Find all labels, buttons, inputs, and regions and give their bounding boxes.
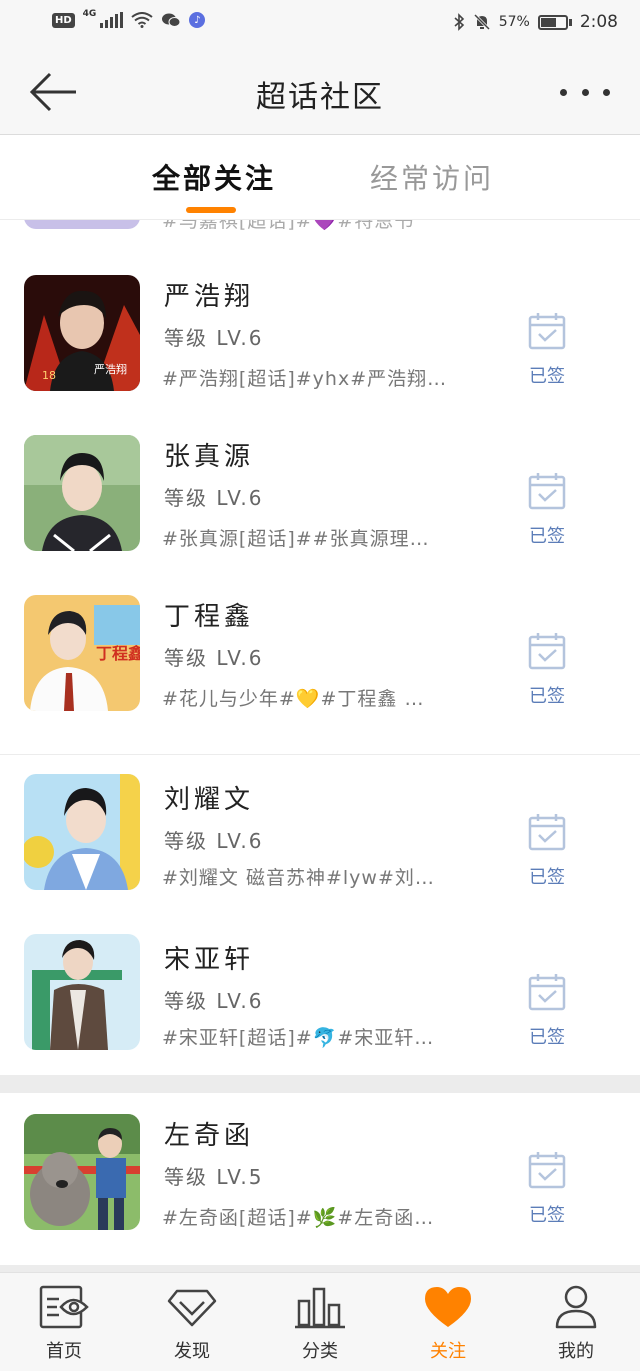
community-name: 刘耀文 [164, 785, 255, 815]
nav-label: 发现 [174, 1341, 210, 1362]
avatar[interactable] [24, 1114, 140, 1230]
calendar-check-icon [528, 974, 566, 1011]
hd-badge: HD [52, 12, 75, 28]
avatar[interactable] [24, 934, 140, 1050]
signed-in-button[interactable]: 已签 [528, 472, 568, 548]
community-name: 严浩翔 [164, 282, 255, 312]
calendar-check-icon [528, 814, 566, 851]
community-tags: #花儿与少年#💛#丁程鑫 … [162, 688, 425, 710]
avatar[interactable]: 丁程鑫 [24, 595, 140, 711]
list-item[interactable]: #马嘉祺[超话]#💜#特恩书 [0, 219, 640, 232]
community-tags: #马嘉祺[超话]#💜#特恩书 [162, 219, 415, 232]
community-level: 等级 LV.6 [164, 829, 264, 853]
nav-label: 首页 [46, 1341, 82, 1362]
community-tags: #张真源[超话]##张真源理… [162, 528, 430, 550]
wifi-icon [131, 12, 153, 28]
community-name: 张真源 [164, 442, 255, 472]
list-item[interactable]: 张真源 等级 LV.6 #张真源[超话]##张真源理… 已签 [0, 414, 640, 574]
nav-category[interactable]: 分类 [256, 1273, 384, 1371]
tab-bar: 全部关注 经常访问 [0, 135, 640, 220]
status-left: HD 4G ♪ [52, 9, 206, 28]
avatar[interactable] [24, 435, 140, 551]
svg-text:严浩翔: 严浩翔 [94, 362, 127, 376]
signed-label: 已签 [529, 686, 565, 707]
nav-discover[interactable]: 发现 [128, 1273, 256, 1371]
calendar-check-icon [528, 1152, 566, 1189]
tab-all-following[interactable]: 全部关注 [152, 157, 276, 197]
diamond-icon [167, 1289, 217, 1327]
community-tags: #严浩翔[超话]#yhx#严浩翔… [162, 368, 448, 390]
nav-label: 分类 [302, 1341, 338, 1362]
active-tab-indicator [186, 207, 236, 213]
avatar [24, 219, 140, 229]
tab-frequent-visits[interactable]: 经常访问 [370, 157, 494, 197]
signed-in-button[interactable]: 已签 [528, 1151, 568, 1227]
more-dots-icon[interactable] [560, 78, 610, 106]
calendar-check-icon [528, 633, 566, 670]
svg-text:丁程鑫: 丁程鑫 [96, 644, 140, 663]
nav-home[interactable]: 首页 [0, 1273, 128, 1371]
signed-in-button[interactable]: 已签 [528, 813, 568, 889]
nav-label: 我的 [558, 1341, 594, 1362]
signed-label: 已签 [529, 867, 565, 888]
nav-following[interactable]: 关注 [384, 1273, 512, 1371]
signed-in-button[interactable]: 已签 [528, 312, 568, 388]
community-tags: #刘耀文 磁音苏神#lyw#刘… [162, 867, 435, 889]
list-item[interactable]: 刘耀文 等级 LV.6 #刘耀文 磁音苏神#lyw#刘… 已签 [0, 755, 640, 915]
section-divider [0, 1265, 640, 1272]
page-title: 超话社区 [256, 80, 384, 115]
signed-label: 已签 [529, 526, 565, 547]
bottom-nav: 首页 发现 分类 关注 我的 [0, 1272, 640, 1371]
status-right: 57% 2:08 [453, 12, 618, 32]
bluetooth-icon [454, 13, 464, 31]
community-name: 宋亚轩 [164, 945, 255, 975]
community-level: 等级 LV.6 [164, 989, 264, 1013]
community-level: 等级 LV.6 [164, 326, 264, 350]
battery-icon [537, 14, 572, 30]
community-tags: #左奇函[超话]#🌿#左奇函… [162, 1207, 435, 1229]
community-name: 左奇函 [164, 1121, 255, 1151]
signed-in-button[interactable]: 已签 [528, 973, 568, 1049]
list-item[interactable]: 宋亚轩 等级 LV.6 #宋亚轩[超话]#🐬#宋亚轩… 已签 [0, 915, 640, 1075]
battery-percent: 57% [498, 14, 530, 30]
community-name: 丁程鑫 [164, 602, 255, 632]
community-tags: #宋亚轩[超话]#🐬#宋亚轩… [162, 1027, 435, 1049]
avatar[interactable] [24, 774, 140, 890]
section-divider [0, 1075, 640, 1093]
community-level: 等级 LV.6 [164, 486, 264, 510]
signed-label: 已签 [529, 1205, 565, 1226]
community-level: 等级 LV.6 [164, 646, 264, 670]
list-item[interactable]: 严浩翔 18 严浩翔 等级 LV.6 #严浩翔[超话]#yhx#严浩翔… 已签 [0, 254, 640, 414]
nav-me[interactable]: 我的 [512, 1273, 640, 1371]
calendar-check-icon [528, 473, 566, 510]
music-icon: ♪ [189, 12, 206, 28]
heart-icon [425, 1287, 471, 1327]
list-item[interactable]: 丁程鑫 丁程鑫 等级 LV.6 #花儿与少年#💛#丁程鑫 … 已签 [0, 574, 640, 734]
signal-icon [100, 12, 124, 28]
mute-bell-icon [473, 13, 490, 31]
top-app-bar: 超话社区 [0, 50, 640, 135]
svg-text:18: 18 [42, 369, 56, 382]
nav-label: 关注 [430, 1341, 466, 1362]
signed-in-button[interactable]: 已签 [528, 632, 568, 708]
calendar-check-icon [528, 313, 566, 350]
community-list[interactable]: #马嘉祺[超话]#💜#特恩书 严浩翔 18 严浩翔 等级 LV.6 #严浩翔[超… [0, 219, 640, 1272]
signed-label: 已签 [529, 1027, 565, 1048]
status-bar: HD 4G ♪ 57% 2:08 [0, 0, 640, 50]
avatar[interactable]: 严浩翔 18 [24, 275, 140, 391]
list-item[interactable]: 左奇函 等级 LV.5 #左奇函[超话]#🌿#左奇函… 已签 [0, 1093, 640, 1253]
network-type: 4G [82, 9, 97, 19]
community-level: 等级 LV.5 [164, 1165, 264, 1189]
signed-label: 已签 [529, 366, 565, 387]
bar-chart-icon [295, 1287, 345, 1329]
wechat-icon [162, 13, 181, 27]
person-icon [555, 1285, 597, 1329]
clock: 2:08 [579, 12, 618, 32]
home-eye-icon [39, 1285, 89, 1329]
